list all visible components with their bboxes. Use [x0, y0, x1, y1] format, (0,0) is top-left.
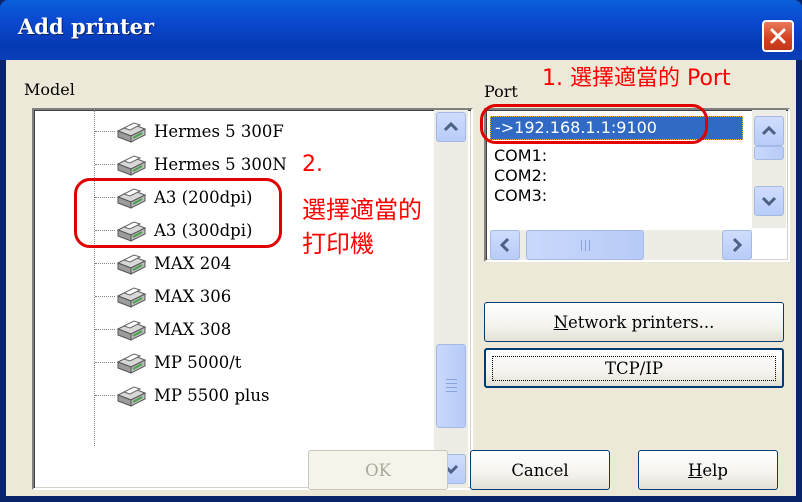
port-label: Port [484, 82, 518, 101]
scroll-left-icon [499, 237, 510, 253]
model-item[interactable]: Hermes 5 300F [112, 116, 284, 146]
printer-icon [116, 287, 147, 308]
model-vertical-scrollbar[interactable] [434, 110, 468, 488]
port-item[interactable]: COM2: [494, 166, 547, 185]
scroll-down-button[interactable] [754, 186, 784, 216]
help-mnemonic: H [688, 460, 703, 480]
scroll-up-icon [443, 121, 459, 132]
title-bar[interactable]: Add printer [0, 0, 802, 60]
port-item[interactable]: COM1: [494, 146, 547, 165]
printer-icon [116, 155, 147, 176]
cancel-label: Cancel [511, 460, 569, 480]
model-item-label: MAX 306 [154, 286, 232, 306]
help-label: elp [702, 460, 728, 480]
model-label: Model [24, 80, 75, 99]
model-item[interactable]: MP 5000/t [112, 347, 241, 377]
model-item-label: MAX 308 [154, 319, 232, 339]
help-button[interactable]: Help [638, 450, 778, 490]
port-item[interactable]: COM3: [494, 186, 547, 205]
cancel-button[interactable]: Cancel [470, 450, 610, 490]
model-item-label: MP 5000/t [154, 352, 242, 372]
port-horizontal-scrollbar[interactable] [490, 230, 752, 260]
ok-button[interactable]: OK [308, 450, 448, 490]
model-item-label: MP 5500 plus [154, 385, 270, 405]
scroll-left-button[interactable] [490, 230, 520, 260]
printer-icon [116, 320, 147, 341]
scroll-up-button[interactable] [436, 112, 466, 142]
network-printers-button[interactable]: Network printers... [484, 302, 784, 342]
scroll-right-button[interactable] [722, 230, 752, 260]
port-vertical-scrollbar[interactable] [752, 110, 786, 228]
tcpip-button[interactable]: TCP/IP [484, 348, 784, 388]
annotation-step1: 1. 選擇適當的 Port [542, 66, 731, 91]
model-item-label: Hermes 5 300F [154, 121, 284, 141]
printer-icon [116, 353, 147, 374]
scroll-thumb[interactable] [526, 230, 644, 260]
highlight-oval-printers [74, 178, 282, 248]
model-tree[interactable]: Hermes 5 300F Hermes 5 300N A3 (200dpi) A3 … [32, 108, 473, 490]
close-icon [770, 28, 786, 44]
annotation-step2-line2: 打印機 [302, 230, 374, 258]
tcpip-label: TCP/IP [492, 355, 776, 381]
network-printers-mnemonic: N [553, 312, 568, 332]
printer-icon [116, 254, 147, 275]
model-item-label: MAX 204 [154, 253, 232, 273]
dialog-body: Model Port Hermes 5 300F Hermes 5 300N A3 … [6, 60, 796, 496]
model-item[interactable]: MAX 204 [112, 248, 231, 278]
model-item[interactable]: MAX 308 [112, 314, 231, 344]
scroll-up-button[interactable] [754, 116, 784, 146]
add-printer-dialog: Add printer Model Port Hermes 5 300F Herm… [0, 0, 802, 502]
model-item[interactable]: MP 5500 plus [112, 380, 269, 410]
model-item-label: Hermes 5 300N [154, 154, 287, 174]
close-button[interactable] [762, 20, 794, 52]
network-printers-label: etwork printers... [568, 312, 715, 332]
highlight-oval-port [480, 104, 708, 144]
model-item[interactable]: MAX 306 [112, 281, 231, 311]
scroll-thumb[interactable] [754, 146, 784, 160]
printer-icon [116, 386, 147, 407]
annotation-step2-line1: 選擇適當的 [302, 196, 422, 224]
scroll-down-icon [761, 196, 777, 207]
annotation-step2-number: 2. [302, 152, 323, 177]
scroll-right-icon [732, 237, 743, 253]
scroll-thumb[interactable] [436, 344, 466, 428]
ok-label: OK [365, 460, 391, 480]
model-item[interactable]: Hermes 5 300N [112, 149, 287, 179]
window-title: Add printer [18, 14, 155, 39]
scroll-up-icon [761, 125, 777, 136]
printer-icon [116, 122, 147, 143]
